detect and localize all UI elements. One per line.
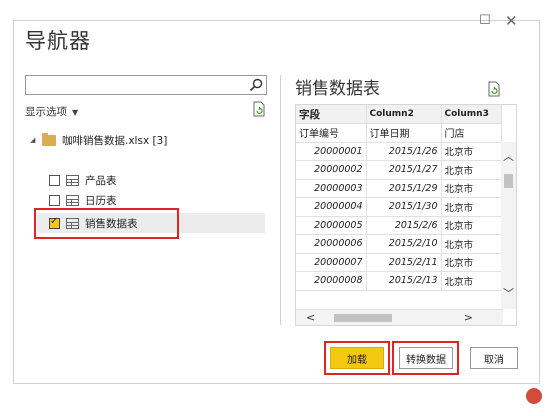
table-icon xyxy=(66,174,79,186)
table-cell: 20000007 xyxy=(296,253,367,272)
maximize-icon[interactable]: ☐ xyxy=(479,14,491,27)
table-cell: 北京市 xyxy=(441,160,502,180)
horizontal-scrollbar[interactable]: < > xyxy=(296,309,503,325)
column-header[interactable]: Column2 xyxy=(366,105,442,124)
logo-icon xyxy=(526,388,542,404)
checkbox[interactable] xyxy=(49,174,60,186)
table-cell: 20000005 xyxy=(296,216,367,235)
column-header[interactable]: 字段 xyxy=(296,105,367,124)
chevron-down-icon: ▼ xyxy=(72,108,79,117)
refresh-preview-icon[interactable] xyxy=(487,81,501,97)
table-cell: 2015/2/6 xyxy=(366,216,442,235)
column-header[interactable]: Column3 xyxy=(441,105,502,124)
checkbox[interactable] xyxy=(49,194,60,206)
table-cell: 20000002 xyxy=(296,160,367,180)
table-cell: 2015/1/29 xyxy=(366,179,442,198)
table-row: 20000003 2015/1/29 北京市 xyxy=(296,179,502,198)
table-cell: 20000001 xyxy=(296,142,367,161)
preview-grid: 字段 Column2 Column3 订单编号 订单日期 门店 20000001… xyxy=(295,104,517,326)
search-box[interactable] xyxy=(25,75,267,97)
table-cell: 北京市 xyxy=(441,253,502,272)
table-cell: 2015/2/10 xyxy=(366,234,442,254)
tree-item-calendar-table[interactable]: 日历表 xyxy=(37,190,265,210)
table-row: 20000005 2015/2/6 北京市 xyxy=(296,216,502,235)
table-cell: 北京市 xyxy=(441,197,502,217)
preview-table: 字段 Column2 Column3 订单编号 订单日期 门店 20000001… xyxy=(296,105,502,291)
table-cell: 20000008 xyxy=(296,271,367,291)
table-cell: 2015/1/30 xyxy=(366,197,442,217)
table-cell: 20000003 xyxy=(296,179,367,198)
display-options-dropdown[interactable]: 显示选项 ▼ xyxy=(25,104,78,119)
table-row: 20000007 2015/2/11 北京市 xyxy=(296,253,502,272)
table-cell: 2015/1/27 xyxy=(366,160,442,180)
transform-data-button[interactable]: 转换数据 xyxy=(399,347,453,369)
scroll-up-icon[interactable]: ︿ xyxy=(503,148,514,164)
table-cell: 门店 xyxy=(441,123,502,143)
table-cell: 北京市 xyxy=(441,271,502,291)
scroll-left-icon[interactable]: < xyxy=(306,311,315,324)
table-cell: 订单日期 xyxy=(366,123,442,143)
dialog-title: 导航器 xyxy=(25,29,91,53)
table-row: 20000006 2015/2/10 北京市 xyxy=(296,234,502,254)
tree-root-workbook[interactable]: ◢ 咖啡销售数据.xlsx [3] xyxy=(30,131,167,149)
table-row: 20000001 2015/1/26 北京市 xyxy=(296,142,502,161)
table-cell: 北京市 xyxy=(441,234,502,254)
load-button[interactable]: 加载 xyxy=(330,347,384,369)
table-cell: 北京市 xyxy=(441,142,502,161)
table-icon xyxy=(66,194,79,206)
tree-item-product-table[interactable]: 产品表 xyxy=(37,170,265,190)
table-row: 20000002 2015/1/27 北京市 xyxy=(296,160,502,180)
scroll-right-icon[interactable]: > xyxy=(464,311,473,324)
tree-item-label: 日历表 xyxy=(85,194,117,207)
vertical-scrollbar[interactable]: ︿ ﹀ xyxy=(501,142,516,309)
search-icon[interactable] xyxy=(249,78,263,92)
table-cell: 20000004 xyxy=(296,197,367,217)
display-options-label: 显示选项 xyxy=(25,106,67,118)
pane-divider[interactable] xyxy=(280,75,281,325)
table-cell: 20000006 xyxy=(296,234,367,254)
table-cell: 北京市 xyxy=(441,216,502,235)
watermark-logo xyxy=(523,388,545,414)
table-cell: 2015/1/26 xyxy=(366,142,442,161)
search-input[interactable] xyxy=(26,78,242,97)
table-cell: 北京市 xyxy=(441,179,502,198)
table-row: 20000008 2015/2/13 北京市 xyxy=(296,271,502,291)
table-cell: 2015/2/13 xyxy=(366,271,442,291)
tree-item-label: 产品表 xyxy=(85,174,117,187)
workbook-label: 咖啡销售数据.xlsx [3] xyxy=(62,134,168,147)
scroll-thumb[interactable] xyxy=(334,314,392,322)
collapse-triangle-icon[interactable]: ◢ xyxy=(30,136,42,144)
refresh-icon[interactable] xyxy=(252,101,266,117)
scroll-thumb[interactable] xyxy=(504,174,513,188)
preview-title: 销售数据表 xyxy=(295,79,380,99)
table-cell: 订单编号 xyxy=(296,123,367,143)
table-row: 20000004 2015/1/30 北京市 xyxy=(296,197,502,217)
folder-icon xyxy=(42,132,56,146)
table-cell: 2015/2/11 xyxy=(366,253,442,272)
table-row: 订单编号 订单日期 门店 xyxy=(296,123,502,143)
close-icon[interactable]: ✕ xyxy=(505,14,518,29)
scroll-down-icon[interactable]: ﹀ xyxy=(503,285,514,301)
column-header-row: 字段 Column2 Column3 xyxy=(296,105,502,124)
cancel-button[interactable]: 取消 xyxy=(470,347,518,369)
selection-highlight-frame xyxy=(34,208,179,239)
